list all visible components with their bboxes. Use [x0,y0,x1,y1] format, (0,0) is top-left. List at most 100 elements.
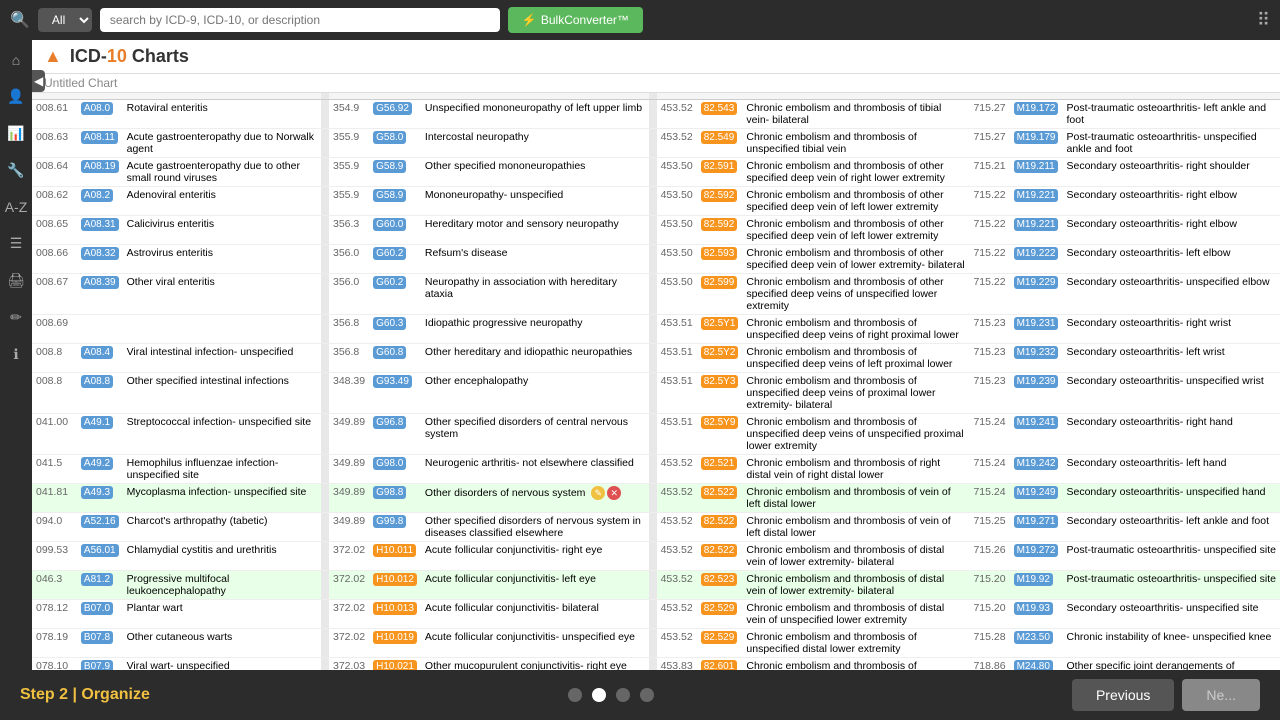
edit-delete-icon[interactable]: ✕ [607,486,621,500]
cell-icd10m: G60.8 [369,344,421,373]
table-container[interactable]: 008.61 A08.0 Rotaviral enteritis 354.9 G… [32,93,1280,670]
cell-desc4: Secondary osteoarthritis- unspecified ha… [1062,484,1280,513]
cell-code1: 046.3 [32,571,77,600]
cell-num3: 715.23 [969,344,1009,373]
col-sep2 [649,373,657,414]
step-dot-4[interactable] [640,688,654,702]
cell-icd9: A08.11 [77,129,123,158]
col-sep2 [649,315,657,344]
cell-num3: 715.22 [969,216,1009,245]
cell-icd10r: 82.592 [697,216,743,245]
cell-code1: 041.00 [32,414,77,455]
col-header-icd9 [77,93,123,100]
cell-num1: 372.02 [329,600,369,629]
cell-icd10r2: M19.242 [1010,455,1063,484]
col-sep2 [649,187,657,216]
col-sep [321,455,329,484]
cell-icd9: B07.8 [77,629,123,658]
cell-desc3: Chronic embolism and thrombosis of other… [742,274,969,315]
cell-num1: 356.8 [329,315,369,344]
cell-code1: 099.53 [32,542,77,571]
cell-icd10r2: M19.221 [1010,187,1063,216]
cell-icd10r: 82.529 [697,600,743,629]
cell-icd10r: 82.549 [697,129,743,158]
filter-dropdown[interactable]: All [38,8,92,32]
col-sep2 [649,629,657,658]
cell-icd10r2: M19.249 [1010,484,1063,513]
cell-desc4: Secondary osteoarthritis- left elbow [1062,245,1280,274]
cell-desc2: Other hereditary and idiopathic neuropat… [421,344,649,373]
cell-code1: 008.65 [32,216,77,245]
cell-desc4: Secondary osteoarthritis- unspecified el… [1062,274,1280,315]
cell-num3: 715.20 [969,600,1009,629]
cell-icd10r2: M19.271 [1010,513,1063,542]
cell-desc4: Secondary osteoarthritis- right wrist [1062,315,1280,344]
sidebar-icon-chart[interactable]: 📊 [3,121,28,146]
cell-desc4: Secondary osteoarthritis- right shoulder [1062,158,1280,187]
cell-icd10m: H10.011 [369,542,421,571]
cell-num1: 349.89 [329,513,369,542]
cell-desc4: Secondary osteoarthritis- left ankle and… [1062,513,1280,542]
collapse-sidebar-button[interactable]: ◀ [32,70,45,92]
cell-num3: 715.24 [969,455,1009,484]
cell-desc4: Secondary osteoarthritis- unspecified si… [1062,600,1280,629]
cell-code1: 078.19 [32,629,77,658]
icd-title: ICD-10 Charts [70,46,189,67]
cell-desc3: Chronic embolism and thrombosis of dista… [742,571,969,600]
cell-num3: 715.20 [969,571,1009,600]
bulk-converter-button[interactable]: ⚡ BulkConverter™ [508,7,643,33]
cell-icd10r2: M19.232 [1010,344,1063,373]
sidebar-icon-home[interactable]: ⌂ [8,48,24,72]
col-sep2 [649,484,657,513]
cell-num2: 453.52 [657,542,697,571]
step-dot-2[interactable] [592,688,606,702]
col-sep [321,129,329,158]
col-header-icd10m [369,93,421,100]
col-sep [321,245,329,274]
step-dot-1[interactable] [568,688,582,702]
cell-icd10m: G93.49 [369,373,421,414]
col-sep2 [649,216,657,245]
cell-num3: 715.22 [969,245,1009,274]
cell-num2: 453.83 [657,658,697,671]
sidebar-icon-print[interactable]: 🖨 [3,268,29,293]
col-sep [321,158,329,187]
cell-desc2: Acute follicular conjunctivitis- bilater… [421,600,649,629]
sidebar-icon-list[interactable]: ☰ [6,231,27,256]
next-button[interactable]: Ne... [1182,679,1260,711]
cell-num1: 355.9 [329,187,369,216]
cell-desc3: Chronic embolism and thrombosis of other… [742,158,969,187]
col-sep [321,629,329,658]
step-dots [568,688,654,702]
cell-icd10r: 82.5Y9 [697,414,743,455]
cell-icd10r: 82.5Y3 [697,373,743,414]
search-input[interactable] [100,8,500,32]
sidebar-icon-az[interactable]: A-Z [1,195,32,219]
cell-desc4: Post-traumatic osteoarthritis- left ankl… [1062,100,1280,129]
table-row: 041.00 A49.1 Streptococcal infection- un… [32,414,1280,455]
sidebar-icon-edit[interactable]: ✏ [6,305,26,330]
step-dot-3[interactable] [616,688,630,702]
cell-icd10m: G56.92 [369,100,421,129]
cell-num3: 715.27 [969,129,1009,158]
col-sep2 [649,513,657,542]
cell-desc3: Chronic embolism and thrombosis of other… [742,245,969,274]
table-row: 008.67 A08.39 Other viral enteritis 356.… [32,274,1280,315]
col-sep [321,187,329,216]
cell-num2: 453.51 [657,414,697,455]
cell-num1: 349.89 [329,484,369,513]
previous-button[interactable]: Previous [1072,679,1174,711]
cell-icd10r: 82.601 [697,658,743,671]
sidebar-icon-person[interactable]: 👤 [3,84,28,109]
col-sep2 [649,542,657,571]
cell-num2: 453.50 [657,158,697,187]
cell-icd10m: G60.0 [369,216,421,245]
sidebar-icon-info[interactable]: ℹ [9,342,22,367]
cell-icd9: A08.19 [77,158,123,187]
col-header-code1 [32,93,77,100]
edit-pencil-icon[interactable]: ✎ [591,486,605,500]
sidebar-icon-tool[interactable]: 🔧 [3,158,28,183]
cell-desc2: Other mucopurulent conjunctivitis- right… [421,658,649,671]
cell-num1: 354.9 [329,100,369,129]
cell-desc1: Viral wart- unspecified [123,658,321,671]
